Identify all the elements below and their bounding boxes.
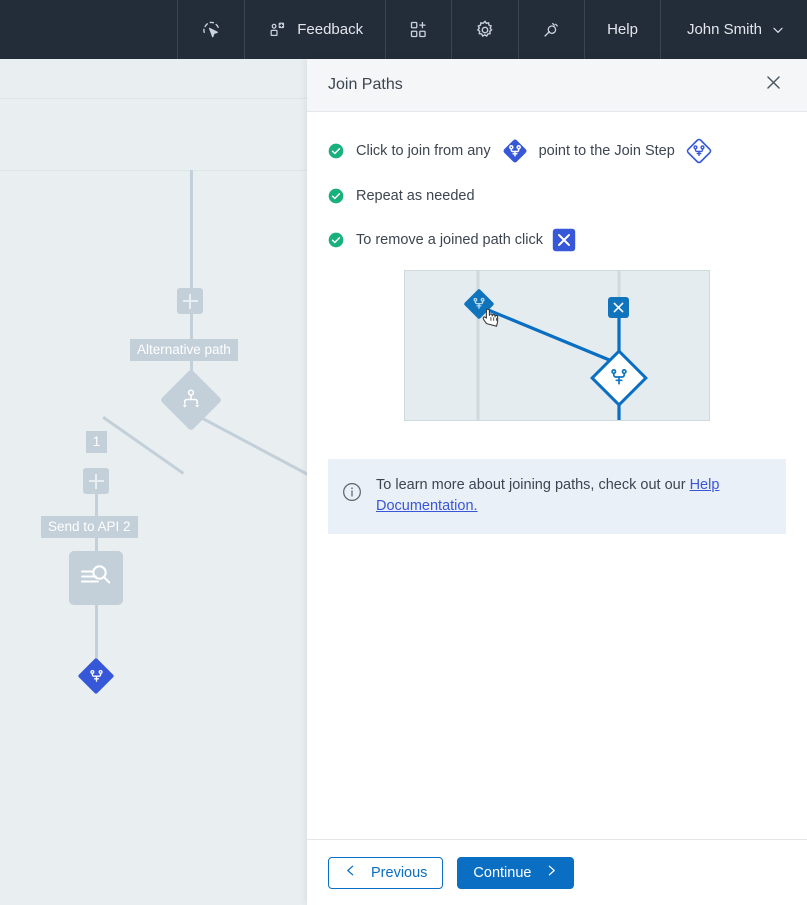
join-paths-panel: Join Paths: [307, 59, 807, 905]
remove-join-x-icon: [552, 228, 576, 252]
instruction-step-3-text: To remove a joined path click: [356, 232, 543, 248]
chevron-right-icon: [545, 864, 558, 881]
edge-lookup-to-join: [95, 605, 98, 664]
app-root: Feedback: [0, 0, 807, 905]
cursor-tour-icon: [200, 19, 222, 41]
edge-top: [190, 170, 193, 290]
help-button[interactable]: Help: [584, 0, 660, 59]
panel-title: Join Paths: [328, 76, 403, 94]
workflow-canvas[interactable]: Alternative path 1 Send to API 2: [0, 59, 307, 905]
feedback-label: Feedback: [297, 21, 363, 38]
info-box: To learn more about joining paths, check…: [328, 459, 786, 534]
edge-plus-to-label: [190, 314, 193, 342]
instruction-step-1-text-mid: point to the Join Step: [539, 143, 675, 159]
alternative-path-label: Alternative path: [130, 339, 238, 361]
instruction-step-1-text-before: Click to join from any: [356, 143, 491, 159]
continue-label: Continue: [473, 865, 531, 881]
branch-icon: [169, 378, 213, 422]
check-circle-icon: [328, 232, 344, 248]
chevron-left-icon: [344, 864, 357, 881]
apps-add-button[interactable]: [385, 0, 451, 59]
info-text-wrapper: To learn more about joining paths, check…: [376, 475, 768, 517]
check-circle-icon: [328, 143, 344, 159]
previous-label: Previous: [371, 865, 427, 881]
canvas-divider-top: [0, 98, 307, 99]
canvas-divider-mid: [0, 170, 307, 171]
panel-footer: Previous Continue: [307, 839, 807, 905]
info-text: To learn more about joining paths, check…: [376, 477, 690, 493]
panel-header: Join Paths: [307, 59, 807, 112]
user-name-label: John Smith: [687, 21, 762, 38]
add-step-branch-button[interactable]: [83, 468, 109, 494]
check-circle-icon: [328, 188, 344, 204]
apps-add-icon: [408, 19, 429, 40]
path-badge: 1: [86, 431, 107, 453]
send-to-api-label: Send to API 2: [41, 516, 138, 538]
join-icon: [83, 663, 109, 689]
top-navigation-bar: Feedback: [0, 0, 807, 59]
feedback-button[interactable]: Feedback: [244, 0, 385, 59]
instruction-step-1: Click to join from any: [328, 136, 786, 166]
user-menu-button[interactable]: John Smith: [660, 0, 807, 59]
instruction-step-3: To remove a joined path click: [328, 226, 786, 254]
lookup-step-node[interactable]: [69, 551, 123, 605]
continue-button[interactable]: Continue: [457, 857, 574, 889]
edge-branch-right: [202, 417, 307, 485]
join-node-outline-icon: [684, 136, 714, 166]
integrations-button[interactable]: [518, 0, 584, 59]
panel-body: Click to join from any: [307, 112, 807, 839]
feedback-icon: [267, 20, 287, 40]
instruction-step-2: Repeat as needed: [328, 182, 786, 210]
cursor-tour-button[interactable]: [177, 0, 244, 59]
close-icon: [764, 73, 783, 97]
edge-branch-left: [102, 416, 184, 475]
help-label: Help: [607, 21, 638, 38]
plug-icon: [541, 19, 562, 40]
info-icon: [342, 482, 362, 507]
join-paths-preview: [404, 270, 710, 421]
gear-icon: [474, 19, 496, 41]
settings-button[interactable]: [451, 0, 518, 59]
instruction-step-2-text: Repeat as needed: [356, 188, 475, 204]
search-list-icon: [79, 561, 113, 596]
previous-button[interactable]: Previous: [328, 857, 443, 889]
instruction-list: Click to join from any: [328, 136, 786, 254]
close-panel-button[interactable]: [760, 72, 786, 98]
join-node-filled-icon: [500, 136, 530, 166]
chevron-down-icon: [771, 23, 785, 37]
add-step-top-button[interactable]: [177, 288, 203, 314]
